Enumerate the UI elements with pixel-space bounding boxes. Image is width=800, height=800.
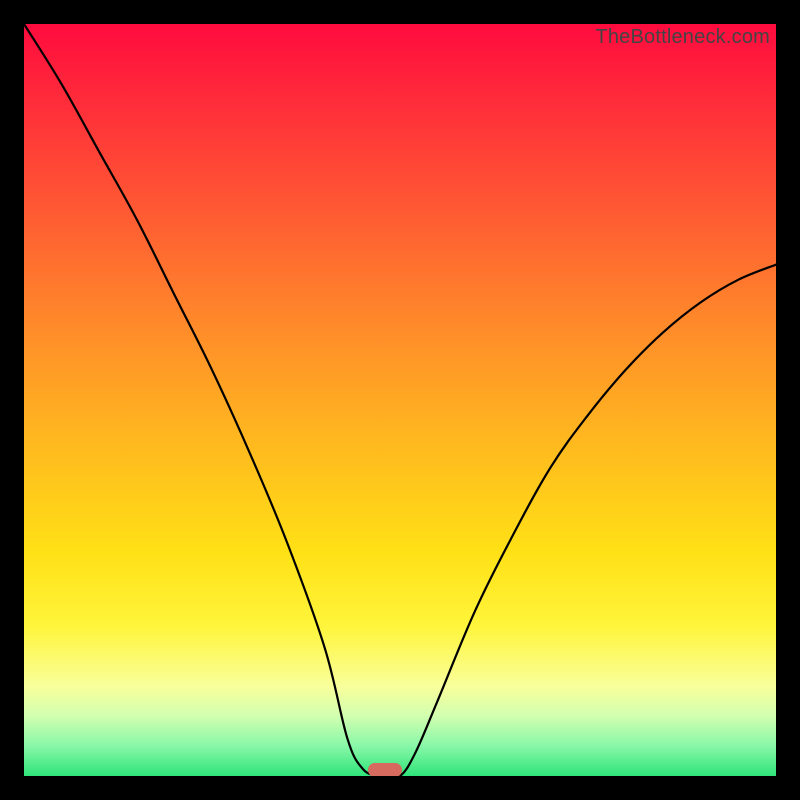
chart-frame: TheBottleneck.com — [0, 0, 800, 800]
plot-area: TheBottleneck.com — [24, 24, 776, 776]
optimal-marker — [368, 763, 402, 776]
bottleneck-curve — [24, 24, 776, 776]
